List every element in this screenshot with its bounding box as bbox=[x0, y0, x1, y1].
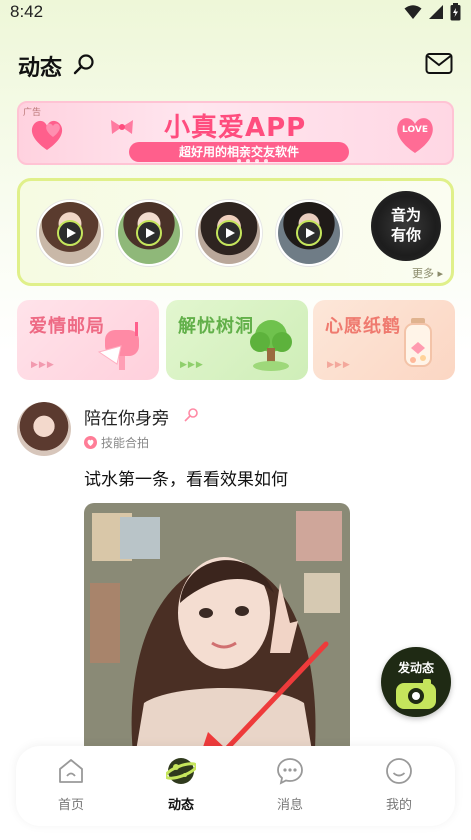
bow-icon bbox=[111, 120, 133, 134]
tile-arrows: ▶▶▶ bbox=[180, 360, 204, 370]
play-icon bbox=[136, 220, 162, 246]
media-card: 音为 有你 更多 ▸ bbox=[17, 178, 454, 286]
ad-banner[interactable]: 广告 小真爱APP 超好用的相亲交友软件 LOVE bbox=[17, 101, 454, 165]
female-icon bbox=[184, 408, 198, 422]
status-time: 8:42 bbox=[10, 2, 44, 21]
post-image[interactable] bbox=[84, 503, 350, 763]
vinyl-text-line2: 有你 bbox=[390, 226, 421, 244]
skill-tag: 技能合拍 bbox=[84, 434, 149, 451]
post-text: 试水第一条，看看效果如何 bbox=[84, 470, 288, 490]
mailbox-icon bbox=[97, 322, 139, 370]
nav-item-home[interactable]: 首页 bbox=[36, 756, 106, 816]
tree-icon bbox=[250, 320, 292, 371]
nav-label-profile: 我的 bbox=[385, 798, 412, 813]
signal-icon bbox=[429, 5, 443, 19]
media-item-3[interactable] bbox=[196, 200, 262, 266]
status-bar: 8:42 bbox=[0, 0, 471, 26]
chat-bubble-icon bbox=[277, 758, 303, 785]
publish-label: 发动态 bbox=[397, 661, 434, 675]
play-icon bbox=[216, 220, 242, 246]
bottom-nav: 首页 动态 消息 我的 bbox=[16, 746, 455, 826]
camera-mascot-icon bbox=[396, 679, 436, 709]
love-heart-icon: LOVE bbox=[392, 111, 438, 157]
more-link[interactable]: 更多 ▸ bbox=[412, 265, 443, 281]
avatar[interactable] bbox=[17, 402, 71, 456]
music-vinyl-button[interactable]: 音为 有你 bbox=[371, 191, 441, 261]
publish-button[interactable]: 发动态 bbox=[381, 647, 451, 717]
tile-tree-hole[interactable]: 解忧树洞 ▶▶▶ bbox=[166, 300, 308, 380]
media-item-4[interactable] bbox=[276, 200, 342, 266]
banner-title: 小真爱APP bbox=[164, 113, 307, 143]
header: 动态 bbox=[0, 44, 471, 84]
status-icons bbox=[404, 3, 461, 21]
nav-item-messages[interactable]: 消息 bbox=[255, 756, 325, 816]
play-icon bbox=[57, 220, 83, 246]
post-username[interactable]: 陪在你身旁 bbox=[84, 404, 169, 429]
search-icon[interactable] bbox=[72, 53, 96, 77]
tile-wish-crane[interactable]: 心愿纸鹤 ▶▶▶ bbox=[313, 300, 455, 380]
heart-balloon-icon bbox=[31, 120, 63, 150]
nav-item-feed[interactable]: 动态 bbox=[146, 756, 216, 816]
wifi-icon bbox=[404, 5, 422, 19]
nav-label-feed: 动态 bbox=[167, 798, 194, 813]
tile-arrows: ▶▶▶ bbox=[31, 360, 55, 370]
nav-item-profile[interactable]: 我的 bbox=[364, 756, 434, 816]
nav-label-messages: 消息 bbox=[276, 798, 303, 813]
vinyl-text-line1: 音为 bbox=[390, 206, 421, 224]
love-text: LOVE bbox=[402, 125, 428, 135]
play-icon bbox=[296, 220, 322, 246]
heart-icon bbox=[84, 436, 97, 449]
tile-love-post[interactable]: 爱情邮局 ▶▶▶ bbox=[17, 300, 159, 380]
smiley-icon bbox=[386, 758, 412, 784]
planet-icon bbox=[166, 758, 196, 784]
media-item-2[interactable] bbox=[116, 200, 182, 266]
mail-icon[interactable] bbox=[425, 52, 453, 76]
battery-icon bbox=[450, 3, 461, 21]
tile-arrows: ▶▶▶ bbox=[327, 360, 351, 370]
media-item-1[interactable] bbox=[37, 200, 103, 266]
home-icon bbox=[59, 759, 83, 783]
page-title: 动态 bbox=[18, 56, 63, 81]
nav-label-home: 首页 bbox=[57, 798, 84, 813]
wish-jar-icon bbox=[404, 318, 432, 367]
skill-tag-label: 技能合拍 bbox=[101, 436, 150, 450]
banner-pagination bbox=[237, 159, 268, 163]
